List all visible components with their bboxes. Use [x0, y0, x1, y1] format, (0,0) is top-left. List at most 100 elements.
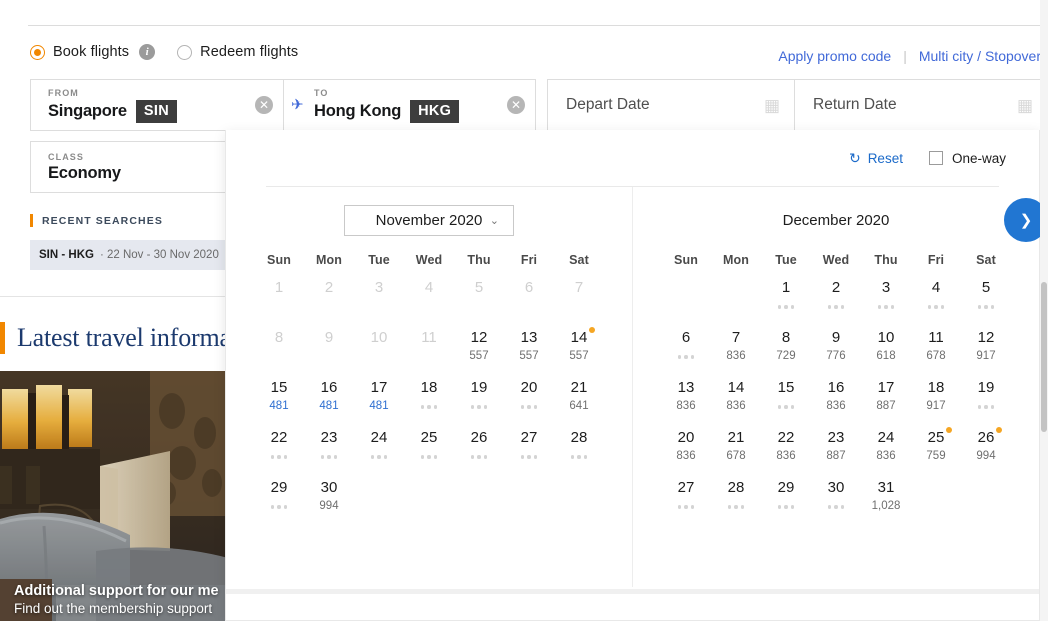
calendar-day-number: 13 — [678, 379, 695, 397]
dow-fri: Fri — [504, 253, 554, 267]
calendar-day[interactable]: 16836 — [811, 375, 861, 425]
calendar-day[interactable]: 24836 — [861, 425, 911, 475]
calendar-day[interactable]: 22836 — [761, 425, 811, 475]
calendar-day-empty — [354, 475, 404, 525]
from-clear-icon[interactable]: ✕ — [255, 96, 273, 114]
calendar-day[interactable]: 29 — [254, 475, 304, 525]
calendar-day[interactable]: 25759 — [911, 425, 961, 475]
calendar-day[interactable]: 27 — [661, 475, 711, 525]
radio-indicator-book-flights[interactable] — [30, 45, 45, 60]
calendar-day-number: 17 — [878, 379, 895, 397]
calendar-day-number: 22 — [778, 429, 795, 447]
calendar-day[interactable]: 8729 — [761, 325, 811, 375]
info-icon[interactable]: i — [139, 44, 155, 60]
calendar-day[interactable]: 19 — [454, 375, 504, 425]
dow-mon: Mon — [304, 253, 354, 267]
calendar-day[interactable]: 3 — [861, 275, 911, 325]
calendar-day[interactable]: 7836 — [711, 325, 761, 375]
calendar-week-row: 20836216782283623887248362575926994 — [661, 425, 1011, 475]
calendar-day[interactable]: 27 — [504, 425, 554, 475]
price-loading-indicator — [878, 305, 895, 309]
calendar-day[interactable]: 17481 — [354, 375, 404, 425]
calendar-day[interactable]: 14557 — [554, 325, 604, 375]
calendar-day[interactable]: 2 — [811, 275, 861, 325]
recent-search-item[interactable]: SIN - HKG · 22 Nov - 30 Nov 2020 ✕ — [30, 240, 230, 270]
calendar-day-price: 729 — [776, 350, 795, 363]
return-date-field[interactable]: Return Date ▦ — [795, 79, 1048, 131]
calendar-day-number: 25 — [421, 429, 438, 447]
calendar-day[interactable]: 26 — [454, 425, 504, 475]
calendar-day[interactable]: 28 — [554, 425, 604, 475]
calendar-day-number: 4 — [425, 279, 433, 297]
calendar-day-number: 7 — [732, 329, 740, 347]
calendar-day-price: 641 — [569, 400, 588, 413]
calendar-day[interactable]: 19 — [961, 375, 1011, 425]
reset-button[interactable]: ↻ Reset — [849, 151, 903, 166]
calendar-day[interactable]: 15 — [761, 375, 811, 425]
calendar-day[interactable]: 21641 — [554, 375, 604, 425]
multi-city-stopovers-link[interactable]: Multi city / Stopovers — [919, 48, 1048, 64]
calendar-day[interactable]: 22 — [254, 425, 304, 475]
calendar-day-number: 15 — [778, 379, 795, 397]
calendar-day[interactable]: 10618 — [861, 325, 911, 375]
calendar-day[interactable]: 30 — [811, 475, 861, 525]
calendar-day[interactable]: 18917 — [911, 375, 961, 425]
calendar-day-price: 836 — [826, 400, 845, 413]
one-way-toggle[interactable]: One-way — [929, 151, 1006, 166]
month-selector-dropdown[interactable]: November 2020 ⌄ — [344, 205, 514, 236]
calendar-day[interactable]: 13557 — [504, 325, 554, 375]
page-scrollbar[interactable] — [1040, 0, 1048, 621]
calendar-day[interactable]: 30994 — [304, 475, 354, 525]
to-clear-icon[interactable]: ✕ — [507, 96, 525, 114]
calendar-day[interactable]: 13836 — [661, 375, 711, 425]
calendar-day[interactable]: 11678 — [911, 325, 961, 375]
calendar-day[interactable]: 12557 — [454, 325, 504, 375]
radio-indicator-redeem-flights[interactable] — [177, 45, 192, 60]
calendar-day-number: 11 — [928, 329, 944, 347]
calendar-week-row: 13836148361516836178871891719 — [661, 375, 1011, 425]
calendar-day[interactable]: 9776 — [811, 325, 861, 375]
calendar-day[interactable]: 21678 — [711, 425, 761, 475]
calendar-day[interactable]: 14836 — [711, 375, 761, 425]
calendar-day-price: 618 — [876, 350, 895, 363]
calendar-day[interactable]: 23887 — [811, 425, 861, 475]
depart-date-field[interactable]: Depart Date ▦ — [547, 79, 795, 131]
radio-redeem-flights[interactable]: Redeem flights — [177, 44, 298, 60]
one-way-checkbox[interactable] — [929, 151, 943, 165]
radio-book-flights[interactable]: Book flights i — [30, 44, 155, 60]
apply-promo-code-link[interactable]: Apply promo code — [778, 48, 891, 64]
calendar-day[interactable]: 26994 — [961, 425, 1011, 475]
calendar-day[interactable]: 16481 — [304, 375, 354, 425]
calendar-day-number: 12 — [471, 329, 488, 347]
from-field[interactable]: FROM Singapore SIN ✕ — [30, 79, 284, 131]
calendar-day[interactable]: 17887 — [861, 375, 911, 425]
calendar-day-number: 10 — [878, 329, 895, 347]
calendar-day[interactable]: 4 — [911, 275, 961, 325]
calendar-day[interactable]: 23 — [304, 425, 354, 475]
from-airport-code: SIN — [136, 100, 177, 123]
links-separator: | — [903, 48, 907, 64]
calendar-day[interactable]: 5 — [961, 275, 1011, 325]
calendar-day[interactable]: 12917 — [961, 325, 1011, 375]
calendar-day[interactable]: 311,028 — [861, 475, 911, 525]
calendar-day-price: 678 — [926, 350, 945, 363]
calendar-day[interactable]: 1 — [761, 275, 811, 325]
calendar-day[interactable]: 24 — [354, 425, 404, 475]
top-divider — [28, 25, 1048, 26]
calendar-day-number: 23 — [828, 429, 845, 447]
calendar-day[interactable]: 20 — [504, 375, 554, 425]
calendar-day[interactable]: 15481 — [254, 375, 304, 425]
calendar-day[interactable]: 20836 — [661, 425, 711, 475]
origin-destination-row: FROM Singapore SIN ✕ ✈ TO Hong Kong HKG … — [30, 79, 536, 131]
calendar-day-number: 18 — [421, 379, 438, 397]
calendar-day[interactable]: 29 — [761, 475, 811, 525]
scrollbar-thumb[interactable] — [1041, 282, 1047, 432]
to-field[interactable]: ✈ TO Hong Kong HKG ✕ — [284, 79, 536, 131]
dow-tue: Tue — [761, 253, 811, 267]
price-loading-indicator — [678, 355, 695, 359]
calendar-day-number: 3 — [375, 279, 383, 297]
calendar-day[interactable]: 28 — [711, 475, 761, 525]
calendar-day[interactable]: 6 — [661, 325, 711, 375]
calendar-day[interactable]: 18 — [404, 375, 454, 425]
calendar-day[interactable]: 25 — [404, 425, 454, 475]
